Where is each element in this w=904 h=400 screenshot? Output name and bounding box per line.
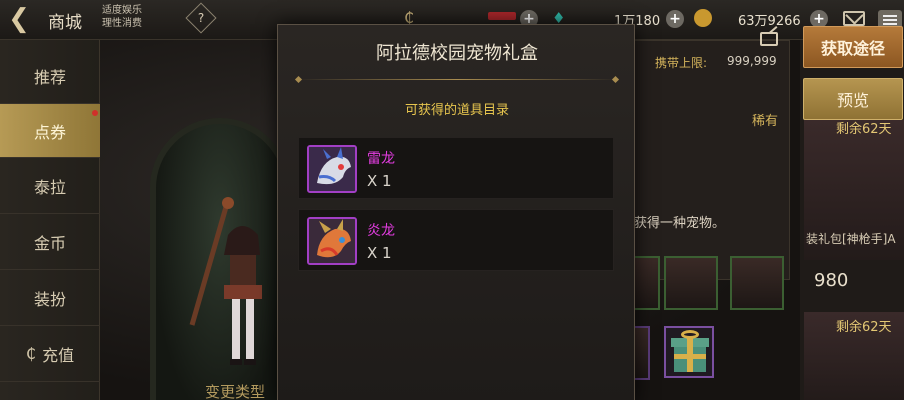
item-name: 雷龙 [367,151,395,167]
sidebar-item-gold[interactable]: 金币 [0,214,100,270]
sidebar-item-label: 充值 [42,345,75,365]
carry-limit-label: 携带上限: [655,56,708,70]
thunder-dragon-icon [307,145,357,193]
back-arrow-icon[interactable]: ❮ [4,4,34,34]
sidebar-item-tera[interactable]: 泰拉 [0,158,100,214]
item-name: 炎龙 [367,223,395,239]
page-title: 商城 [48,13,82,33]
dialog-subtitle: 可获得的道具目录 [404,103,509,118]
sidebar-item-label: 装扮 [33,289,66,309]
title-divider [296,79,618,80]
preview-button[interactable]: 预览 [803,78,903,120]
help-label: ? [197,11,205,25]
category-sidebar: 推荐 点券 泰拉 金币 装扮 ₵ 充值 [0,40,100,400]
dialog-title: 阿拉德校园宠物礼盒 [376,43,538,64]
reward-item-row[interactable]: 雷龙 X 1 [298,137,614,199]
get-source-button[interactable]: 获取途径 [803,26,903,68]
sidebar-item-label: 泰拉 [33,177,66,197]
mail-icon[interactable] [843,11,865,26]
gold-coin-icon [694,9,712,27]
rarity-label: 稀有 [752,114,779,129]
item-count: X 1 [367,172,392,190]
carry-limit-value: 999,999 [727,54,777,68]
recharge-icon: ₵ [25,344,37,363]
gift-box-contents-dialog: 阿拉德校园宠物礼盒 可获得的道具目录 雷龙 X 1 炎龙 X 1 [277,24,635,400]
product-thumbnail[interactable] [730,256,784,310]
gift-box-thumbnail[interactable] [664,326,714,378]
remaining-days-label: 剩余62天 [836,122,892,137]
reward-item-row[interactable]: 炎龙 X 1 [298,209,614,271]
sidebar-item-label: 点券 [33,122,66,142]
flame-dragon-icon [307,217,357,265]
pack-name: 装礼包[神枪手]A [806,232,896,246]
item-count: X 1 [367,244,392,262]
pack-price: 980 [814,270,849,291]
currency-2-value: 63万9266 [738,14,801,29]
sidebar-item-recharge[interactable]: ₵ 充值 [0,326,100,382]
sidebar-item-points[interactable]: 点券 [0,104,100,158]
advisory-text: 适度娱乐 理性消费 [102,4,142,30]
character-preview [189,197,262,365]
item-description: 获得一种宠物。 [634,216,726,231]
share-icon[interactable] [760,32,778,46]
sidebar-item-recommend[interactable]: 推荐 [0,48,100,104]
advisory-line-2: 理性消费 [102,18,142,29]
change-type-label[interactable]: 变更类型 [205,381,265,400]
product-thumbnail[interactable] [664,256,718,310]
help-icon[interactable]: ? [185,2,217,34]
sidebar-item-label: 推荐 [33,67,66,87]
red-tag-icon [488,12,516,20]
notification-dot [92,110,98,116]
remaining-days-label: 剩余62天 [836,320,892,335]
advisory-line-1: 适度娱乐 [102,5,142,16]
sidebar-item-label: 金币 [33,233,66,253]
add-currency-1-button[interactable]: + [666,10,684,28]
sidebar-item-avatar[interactable]: 装扮 [0,270,100,326]
